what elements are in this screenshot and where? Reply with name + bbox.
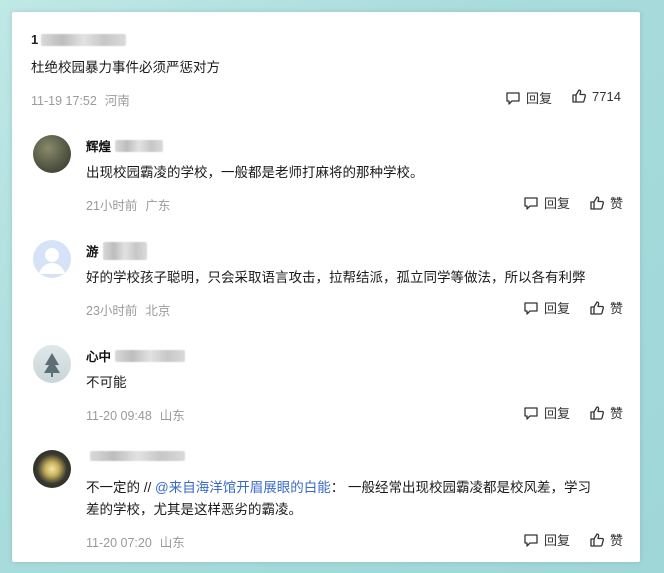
blurred-username <box>41 33 127 46</box>
reply-label: 回复 <box>544 301 571 316</box>
like-button[interactable]: 7714 <box>571 88 621 104</box>
like-button[interactable]: 赞 <box>589 298 623 317</box>
like-label: 赞 <box>610 533 624 548</box>
blurred-username <box>115 139 164 152</box>
thumbs-up-icon <box>590 405 604 420</box>
comment-icon <box>524 301 538 315</box>
reply-button[interactable]: 回复 <box>523 193 570 212</box>
like-label: 赞 <box>610 406 624 421</box>
reply-button[interactable]: 回复 <box>505 88 552 107</box>
reply-author[interactable]: 游 <box>86 241 147 260</box>
like-label: 赞 <box>610 196 624 211</box>
reply-label: 回复 <box>544 406 571 421</box>
top-comment-author-name: 1 <box>31 32 39 47</box>
avatar[interactable] <box>33 345 71 383</box>
comment-time: 23小时前 <box>86 304 138 318</box>
mention-link[interactable]: @来自海洋馆开眉展眼的白能 <box>155 480 331 495</box>
reply-text: 不可能 <box>86 375 127 390</box>
reply-text-prefix: 不一定的 // <box>86 480 152 495</box>
reply-label: 回复 <box>526 91 553 106</box>
blurred-username <box>115 349 186 362</box>
reply-author-name: 游 <box>86 245 99 259</box>
thumbs-up-icon <box>572 89 586 103</box>
reply-author-name: 心中 <box>86 350 112 364</box>
reply-meta: 21小时前 广东 <box>86 195 170 214</box>
reply-meta: 11-20 07:20 山东 <box>86 532 185 551</box>
blurred-username <box>102 241 147 260</box>
thumbs-up-icon <box>590 300 604 315</box>
reply-meta: 11-20 09:48 山东 <box>86 405 185 424</box>
reply-text: 出现校园霸凌的学校，一般都是老师打麻将的那种学校。 <box>86 165 424 180</box>
top-comment-author[interactable]: 1 <box>31 32 127 47</box>
reply-text: 不一定的 // @来自海洋馆开眉展眼的白能： 一般经常出现校园霸凌都是校风差，学… <box>86 477 626 521</box>
reply-text: 好的学校孩子聪明，只会采取语言攻击，拉帮结派，孤立同学等做法，所以各有利弊 <box>86 270 586 285</box>
top-comment-meta: 11-19 17:52 河南 <box>31 90 130 109</box>
avatar[interactable] <box>33 450 71 488</box>
tree-avatar-icon <box>44 353 60 377</box>
comment-location: 山东 <box>159 409 185 423</box>
top-comment-text: 杜绝校园暴力事件必须严惩对方 <box>31 60 220 75</box>
comment-location: 广东 <box>145 199 171 213</box>
default-avatar-icon <box>39 248 65 274</box>
reply-author[interactable] <box>86 451 185 461</box>
like-button[interactable]: 赞 <box>589 403 623 422</box>
comment-icon <box>524 406 538 420</box>
comment-location: 河南 <box>104 94 130 108</box>
avatar[interactable] <box>33 240 71 278</box>
comment-time: 11-20 07:20 <box>86 536 152 550</box>
comment-icon <box>524 196 538 210</box>
reply-button[interactable]: 回复 <box>523 530 570 549</box>
reply-author[interactable]: 心中 <box>86 346 186 365</box>
like-count: 7714 <box>592 88 621 104</box>
reply-meta: 23小时前 北京 <box>86 300 170 319</box>
reply-author[interactable]: 辉煌 <box>86 136 164 155</box>
thumbs-up-icon <box>590 532 604 547</box>
reply-author-name: 辉煌 <box>86 140 112 154</box>
avatar[interactable] <box>33 135 71 173</box>
like-button[interactable]: 赞 <box>589 193 623 212</box>
reply-label: 回复 <box>544 533 571 548</box>
blurred-username <box>90 451 185 461</box>
comment-card: 1 杜绝校园暴力事件必须严惩对方 11-19 17:52 河南 回复 7714 辉… <box>12 12 640 562</box>
comment-location: 北京 <box>145 304 171 318</box>
comment-icon <box>524 533 538 547</box>
like-label: 赞 <box>610 301 624 316</box>
comment-location: 山东 <box>159 536 185 550</box>
reply-button[interactable]: 回复 <box>523 298 570 317</box>
reply-button[interactable]: 回复 <box>523 403 570 422</box>
thumbs-up-icon <box>590 195 604 210</box>
like-button[interactable]: 赞 <box>589 530 623 549</box>
reply-label: 回复 <box>544 196 571 211</box>
reply-text-line1: ： 一般经常出现校园霸凌都是校风差，学习 <box>330 480 592 495</box>
comment-time: 21小时前 <box>86 199 138 213</box>
comment-icon <box>506 91 520 105</box>
reply-text-line2: 差的学校，尤其是这样恶劣的霸凌。 <box>86 502 302 517</box>
comment-time: 11-20 09:48 <box>86 409 152 423</box>
comment-time: 11-19 17:52 <box>31 94 97 108</box>
